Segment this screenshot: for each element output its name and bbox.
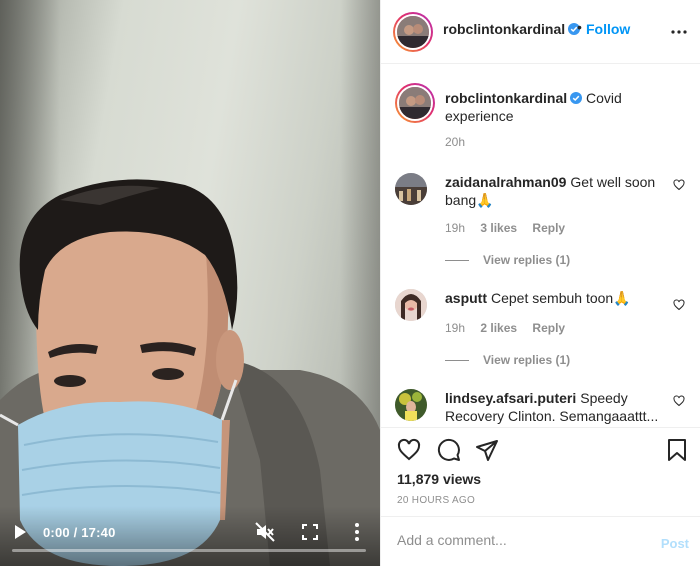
author-username[interactable]: robclintonkardinal [443, 21, 581, 37]
play-icon[interactable] [12, 524, 28, 540]
replies-line [445, 360, 469, 362]
more-vertical-icon[interactable] [349, 522, 365, 542]
follow-button[interactable]: Follow [586, 21, 630, 37]
caption-time[interactable]: 20h [445, 135, 465, 149]
comment-username[interactable]: lindsey.afsari.puteri [445, 390, 576, 406]
comment-username[interactable]: zaidanalrahman09 [445, 174, 566, 190]
video-frame [0, 179, 380, 566]
reply-button[interactable]: Reply [532, 321, 565, 335]
post-panel: robclintonkardinal • Follow robclintonka… [380, 0, 700, 566]
view-count[interactable]: 11,879 views [397, 471, 481, 487]
comment-avatar[interactable] [395, 289, 427, 321]
add-comment-bar: Post [381, 516, 700, 566]
fullscreen-icon[interactable] [302, 524, 318, 540]
like-heart-icon[interactable] [673, 395, 685, 407]
video-time: 0:00 / 17:40 [43, 525, 116, 540]
save-icon[interactable] [665, 438, 689, 462]
comment-text-block: asputt Cepet sembuh toon🙏 [445, 289, 659, 307]
comment-meta: 19h 2 likes Reply [445, 321, 577, 335]
verified-icon [570, 92, 583, 104]
view-replies-button[interactable]: View replies (1) [445, 353, 570, 367]
video-controls: 0:00 / 17:40 [0, 506, 380, 566]
post-actions: 11,879 views 20 HOURS AGO [381, 427, 700, 515]
caption-text-block: robclintonkardinal Covid experience [445, 89, 685, 125]
more-options-icon[interactable] [671, 24, 687, 40]
separator: • [577, 19, 582, 35]
comment-username[interactable]: asputt [445, 290, 487, 306]
comment-avatar[interactable] [395, 173, 427, 205]
caption-avatar[interactable] [395, 83, 435, 123]
like-heart-icon[interactable] [673, 179, 685, 191]
share-icon[interactable] [475, 438, 499, 462]
comment-meta: 19h 3 likes Reply [445, 221, 577, 235]
video-player[interactable]: 0:00 / 17:40 [0, 0, 380, 566]
comment-text: Cepet sembuh toon🙏 [491, 290, 631, 306]
like-heart-icon[interactable] [673, 299, 685, 311]
heart-icon[interactable] [397, 438, 421, 462]
comment-text-block: lindsey.afsari.puteri Speedy Recovery Cli… [445, 389, 659, 425]
post-age[interactable]: 20 HOURS AGO [397, 495, 475, 506]
mute-icon[interactable] [255, 522, 275, 542]
view-replies-button[interactable]: View replies (1) [445, 253, 570, 267]
author-avatar[interactable] [393, 12, 433, 52]
comment-text-block: zaidanalrahman09 Get well soon bang🙏 [445, 173, 659, 209]
comment-input[interactable] [397, 532, 637, 548]
replies-line [445, 260, 469, 262]
comment-likes[interactable]: 3 likes [480, 221, 517, 235]
video-progress-bar[interactable] [12, 549, 366, 552]
comment-icon[interactable] [437, 438, 461, 462]
caption-username[interactable]: robclintonkardinal [445, 90, 583, 106]
comment-likes[interactable]: 2 likes [480, 321, 517, 335]
reply-button[interactable]: Reply [532, 221, 565, 235]
comments-list[interactable]: robclintonkardinal Covid experience 20h … [381, 65, 700, 427]
comment-time[interactable]: 19h [445, 321, 465, 335]
comment-avatar[interactable] [395, 389, 427, 421]
comment-time[interactable]: 19h [445, 221, 465, 235]
post-comment-button[interactable]: Post [661, 536, 689, 551]
post-header: robclintonkardinal • Follow [381, 0, 700, 64]
